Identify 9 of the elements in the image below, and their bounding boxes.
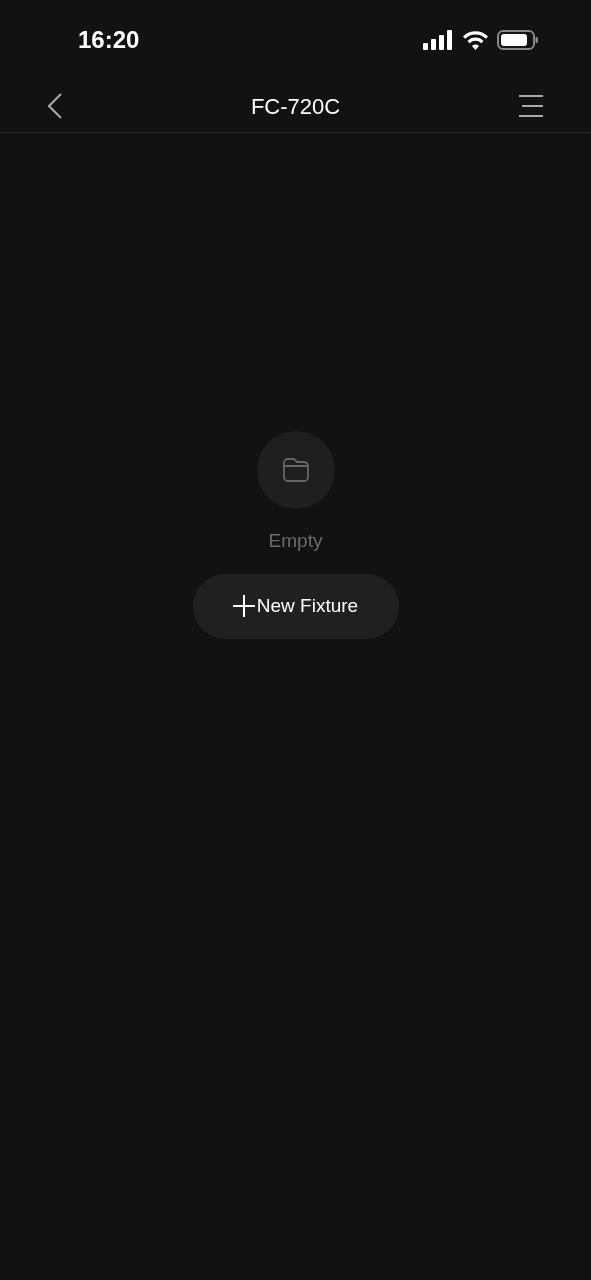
signal-icon: [423, 30, 454, 50]
menu-icon[interactable]: [519, 94, 543, 118]
new-fixture-button[interactable]: New Fixture: [192, 573, 399, 639]
nav-title: FC-720C: [250, 92, 341, 121]
wifi-icon: [462, 30, 489, 50]
status-time: 16:20: [78, 25, 140, 55]
battery-icon: [497, 30, 539, 50]
empty-message: Empty: [268, 529, 323, 553]
plus-icon: [232, 595, 255, 617]
